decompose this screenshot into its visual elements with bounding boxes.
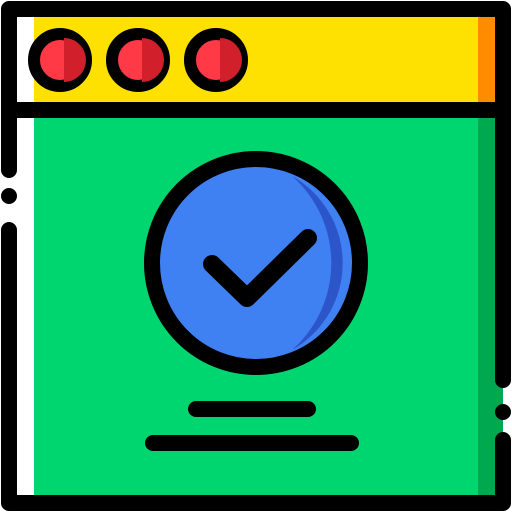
check-circle-icon [144, 151, 368, 375]
maximize-button[interactable] [184, 28, 248, 92]
outline-dot-left [1, 188, 17, 204]
browser-window-svg [1, 1, 511, 511]
browser-window-illustration [0, 0, 512, 512]
minimize-button[interactable] [106, 28, 170, 92]
close-button[interactable] [28, 28, 92, 92]
window-controls [28, 28, 248, 92]
outline-dot-right [495, 404, 511, 420]
